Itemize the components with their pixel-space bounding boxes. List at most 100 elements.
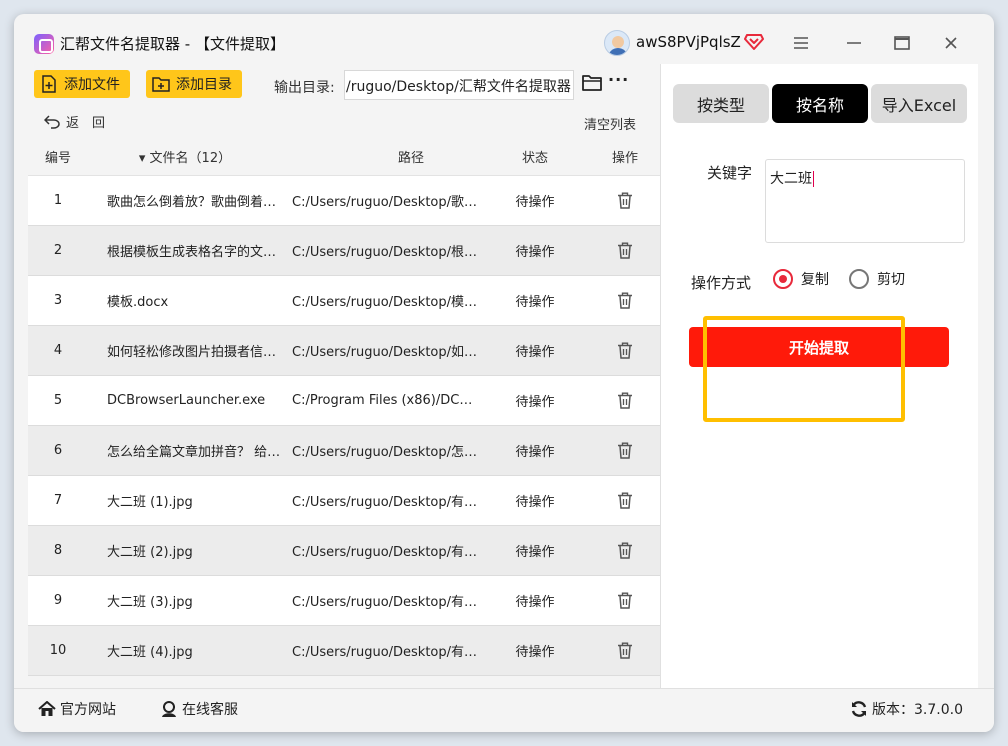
- row-file-name: 大二班 (3).jpg: [107, 595, 193, 610]
- header-path: 路径: [397, 151, 424, 166]
- row-op: [590, 342, 660, 359]
- add-file-label: 添加文件: [64, 77, 120, 93]
- table-row[interactable]: 7 大二班 (1).jpg C:/Users/ruguo/Desktop/有用...…: [28, 476, 660, 526]
- official-site-link[interactable]: 官方网站: [38, 699, 116, 719]
- clear-list-button[interactable]: 清空列表: [584, 114, 636, 133]
- keyword-input[interactable]: 大二班: [765, 159, 965, 243]
- app-logo-icon: [34, 34, 54, 54]
- trash-icon[interactable]: [617, 392, 633, 409]
- table-row[interactable]: 2 根据模板生成表格名字的文档.xlsx C:/Users/ruguo/Deskto…: [28, 226, 660, 276]
- row-status: 待操作: [515, 245, 555, 260]
- row-op: [590, 292, 660, 309]
- online-service-label: 在线客服: [182, 702, 238, 718]
- version-info: 版本：3.7.0.0: [850, 699, 963, 719]
- trash-icon[interactable]: [617, 342, 633, 359]
- keyword-label: 关键字: [707, 164, 753, 182]
- table-row[interactable]: 8 大二班 (2).jpg C:/Users/ruguo/Desktop/有用...…: [28, 526, 660, 576]
- table-body: 1 歌曲怎么倒着放？歌曲倒着放超... C:/Users/ruguo/Desktop…: [28, 176, 660, 676]
- table-row[interactable]: 3 模板.docx C:/Users/ruguo/Desktop/模板.... 待操作: [28, 276, 660, 326]
- table-row[interactable]: 9 大二班 (3).jpg C:/Users/ruguo/Desktop/有用...…: [28, 576, 660, 626]
- row-status: 待操作: [515, 395, 555, 410]
- row-status: 待操作: [515, 345, 555, 360]
- row-file-name: 根据模板生成表格名字的文档.xlsx: [107, 245, 282, 260]
- tab-by-name[interactable]: 按名称: [772, 84, 868, 123]
- row-no: 10: [49, 643, 67, 658]
- row-file-name: 大二班 (4).jpg: [107, 645, 193, 660]
- row-op: [590, 492, 660, 509]
- copy-radio[interactable]: 复制: [773, 269, 829, 289]
- row-op: [590, 542, 660, 559]
- start-extract-button[interactable]: 开始提取: [689, 327, 949, 367]
- table-row[interactable]: 5 DCBrowserLauncher.exe C:/Program Files (…: [28, 376, 660, 426]
- minimize-icon[interactable]: [843, 32, 865, 54]
- file-list-panel: 添加文件 添加目录 输出目录: /ruguo/Desktop/汇帮文件名提取器 …: [28, 64, 660, 688]
- trash-icon[interactable]: [617, 642, 633, 659]
- table-row[interactable]: 1 歌曲怎么倒着放？歌曲倒着放超... C:/Users/ruguo/Desktop…: [28, 176, 660, 226]
- back-button[interactable]: 返 回: [44, 112, 105, 131]
- trash-icon[interactable]: [617, 242, 633, 259]
- row-file-path: C:/Program Files (x86)/DCBro...: [292, 393, 480, 408]
- version-label: 版本：3.7.0.0: [872, 702, 963, 718]
- folder-icon[interactable]: [582, 74, 602, 92]
- online-service-link[interactable]: 在线客服: [160, 699, 238, 719]
- trash-icon[interactable]: [617, 192, 633, 209]
- table-row[interactable]: 6 怎么给全篇文章加拼音？ 给整篇... C:/Users/ruguo/Deskto…: [28, 426, 660, 476]
- home-icon: [38, 701, 56, 716]
- trash-icon[interactable]: [617, 592, 633, 609]
- row-op: [590, 392, 660, 409]
- output-directory-field[interactable]: /ruguo/Desktop/汇帮文件名提取器: [344, 70, 574, 100]
- trash-icon[interactable]: [617, 492, 633, 509]
- tab-by-type[interactable]: 按类型: [673, 84, 769, 123]
- refresh-icon: [851, 701, 867, 717]
- row-no: 7: [53, 493, 63, 508]
- row-no: 5: [53, 393, 63, 408]
- row-no: 1: [53, 193, 63, 208]
- menu-icon[interactable]: [790, 32, 812, 54]
- cut-radio[interactable]: 剪切: [849, 269, 905, 289]
- output-directory-label: 输出目录:: [274, 80, 335, 96]
- window-title: 汇帮文件名提取器 - 【文件提取】: [60, 35, 285, 53]
- trash-icon[interactable]: [617, 442, 633, 459]
- row-op: [590, 242, 660, 259]
- row-file-name: 大二班 (1).jpg: [107, 495, 193, 510]
- row-no: 4: [53, 343, 63, 358]
- table-header: 编号 ▾ 文件名（12） 路径 状态 操作: [28, 138, 660, 176]
- row-status: 待操作: [515, 195, 555, 210]
- row-file-name: 歌曲怎么倒着放？歌曲倒着放超...: [107, 195, 282, 210]
- row-status: 待操作: [515, 445, 555, 460]
- extract-options-panel: 按类型 按名称 导入Excel 关键字 大二班 操作方式 复制 剪切 开始提取: [660, 64, 978, 688]
- back-arrow-icon: [44, 114, 60, 129]
- close-icon[interactable]: [940, 32, 962, 54]
- trash-icon[interactable]: [617, 292, 633, 309]
- avatar[interactable]: [604, 30, 630, 56]
- row-file-path: C:/Users/ruguo/Desktop/如何...: [292, 345, 480, 360]
- copy-radio-dot: [773, 269, 793, 289]
- footer: 官方网站 在线客服 版本：3.7.0.0: [14, 688, 994, 732]
- row-file-name: 如何轻松修改图片拍摄者信息？3...: [107, 345, 282, 360]
- official-site-label: 官方网站: [60, 702, 116, 718]
- row-file-name: DCBrowserLauncher.exe: [107, 393, 266, 408]
- tab-import-excel[interactable]: 导入Excel: [871, 84, 967, 123]
- maximize-icon[interactable]: [891, 32, 913, 54]
- table-row[interactable]: 10 大二班 (4).jpg C:/Users/ruguo/Desktop/有用..…: [28, 626, 660, 676]
- keyword-value: 大二班: [770, 171, 812, 187]
- row-file-path: C:/Users/ruguo/Desktop/根据...: [292, 245, 480, 260]
- row-no: 9: [53, 593, 63, 608]
- row-file-path: C:/Users/ruguo/Desktop/有用...: [292, 495, 480, 510]
- table-row[interactable]: 4 如何轻松修改图片拍摄者信息？3... C:/Users/ruguo/Deskto…: [28, 326, 660, 376]
- header-status: 状态: [521, 151, 548, 166]
- header-name[interactable]: ▾ 文件名（12）: [88, 147, 282, 166]
- customer-service-icon: [162, 701, 176, 717]
- row-file-path: C:/Users/ruguo/Desktop/有用...: [292, 545, 480, 560]
- username[interactable]: awS8PVjPqlsZ: [636, 33, 741, 51]
- add-file-button[interactable]: 添加文件: [34, 70, 130, 98]
- more-options-icon[interactable]: ···: [608, 70, 629, 89]
- cut-radio-label: 剪切: [877, 272, 905, 288]
- vip-diamond-icon[interactable]: [744, 33, 764, 51]
- add-directory-button[interactable]: 添加目录: [146, 70, 242, 98]
- operation-mode-label: 操作方式: [691, 274, 752, 292]
- row-op: [590, 592, 660, 609]
- row-file-name: 怎么给全篇文章加拼音？ 给整篇...: [107, 445, 282, 460]
- row-file-path: C:/Users/ruguo/Desktop/怎么...: [292, 445, 480, 460]
- trash-icon[interactable]: [617, 542, 633, 559]
